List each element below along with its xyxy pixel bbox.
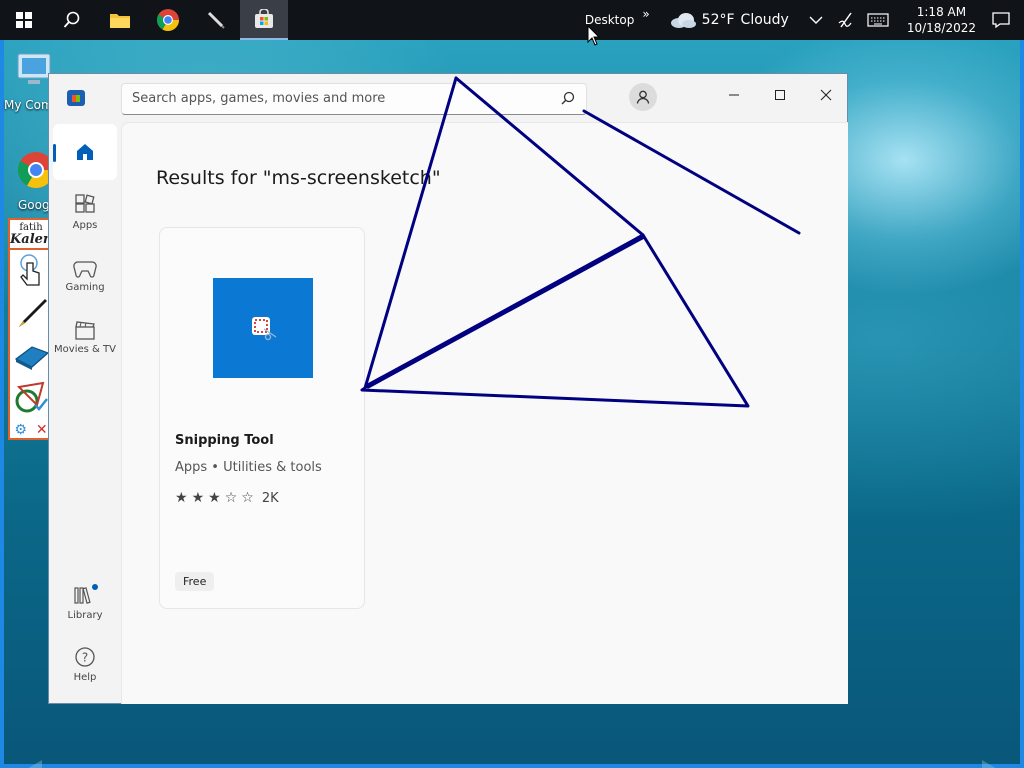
clock-date: 10/18/2022 [906, 21, 976, 35]
results-title: Results for "ms-screensketch" [156, 167, 441, 189]
fatih-kalem-logo-bottom: Kalem [10, 232, 57, 247]
sidebar-item-movies[interactable]: Movies & TV [53, 320, 117, 355]
next-arrow-icon[interactable] [982, 760, 1012, 768]
eraser-icon [14, 346, 50, 370]
sidebar-item-apps[interactable]: Apps [53, 194, 117, 231]
sidebar-item-apps-label: Apps [72, 220, 98, 231]
star-empty-icon: ☆ [224, 490, 238, 506]
store-sidebar: Apps Gaming Movies & TV Library ? Help [49, 122, 121, 704]
rating-stars: ★ ★ ★ ☆ ☆ [175, 490, 258, 506]
weather-description: Cloudy [740, 12, 789, 28]
fountain-pen-icon [19, 299, 47, 327]
search-button[interactable] [48, 0, 96, 40]
snipping-tool-tile [213, 278, 313, 378]
taskbar: Desktop » 52°F Cloudy 1:18 AM 10/18/2022 [0, 0, 1024, 40]
app-card-snipping-tool[interactable]: Snipping Tool Apps • Utilities & tools ★… [159, 227, 365, 609]
weather-temperature: 52°F [701, 12, 735, 28]
weather-widget[interactable]: 52°F Cloudy [670, 12, 789, 28]
store-taskbar-button[interactable] [240, 0, 288, 40]
apps-icon [75, 194, 95, 213]
price-badge: Free [175, 572, 215, 591]
search-icon [63, 11, 80, 28]
chrome-desktop-label: Goog [18, 198, 50, 212]
sidebar-item-gaming[interactable]: Gaming [53, 258, 117, 293]
start-button[interactable] [0, 0, 48, 40]
person-icon [636, 90, 650, 104]
home-icon [77, 144, 93, 160]
store-logo-icon [67, 90, 85, 106]
clock[interactable]: 1:18 AM 10/18/2022 [907, 4, 976, 36]
fk-settings-icon[interactable]: ⚙ [14, 422, 27, 438]
fk-close-icon[interactable]: ✕ [36, 422, 48, 438]
store-search-input[interactable]: Search apps, games, movies and more [121, 83, 587, 115]
sidebar-item-help-label: Help [73, 672, 97, 683]
app-name: Snipping Tool [175, 433, 274, 448]
file-explorer-button[interactable] [96, 0, 144, 40]
chrome-taskbar-button[interactable] [144, 0, 192, 40]
fk-pointer-tool[interactable] [10, 250, 52, 292]
sidebar-item-home[interactable] [53, 124, 117, 180]
close-button[interactable] [803, 80, 849, 110]
snipping-tool-icon [252, 317, 277, 341]
star-empty-icon: ☆ [241, 490, 254, 506]
fk-shapes-tool[interactable] [10, 376, 52, 418]
store-titlebar: Search apps, games, movies and more [49, 74, 847, 122]
sidebar-item-movies-label: Movies & TV [54, 344, 116, 355]
library-icon [74, 584, 98, 604]
notification-icon[interactable] [992, 11, 1010, 29]
fk-pen-tool[interactable] [10, 292, 52, 334]
sidebar-item-gaming-label: Gaming [65, 282, 105, 293]
store-search-placeholder: Search apps, games, movies and more [132, 91, 386, 106]
pen-workspace-icon[interactable] [837, 11, 855, 29]
cloud-icon [670, 13, 696, 28]
rating-count: 2K [261, 490, 279, 506]
maximize-icon [775, 90, 785, 100]
chevron-up-icon[interactable] [809, 15, 823, 25]
close-icon [820, 89, 832, 101]
svg-text:?: ? [82, 651, 88, 665]
hand-pointer-icon [20, 254, 40, 286]
minimize-button[interactable] [711, 80, 757, 110]
sidebar-item-library-label: Library [67, 610, 103, 621]
help-icon: ? [75, 647, 95, 667]
my-computer-label: My Com [4, 98, 53, 112]
minimize-icon [729, 94, 739, 96]
clock-time: 1:18 AM [916, 5, 967, 19]
account-button[interactable] [629, 83, 657, 111]
fatih-kalem-logo: fatih Kalem [10, 220, 57, 250]
sidebar-item-library[interactable]: Library [53, 584, 117, 621]
windows-icon [16, 12, 32, 28]
sidebar-item-help[interactable]: ? Help [53, 646, 117, 683]
shapes-icon [15, 381, 48, 413]
star-filled-icon: ★ [175, 490, 188, 506]
store-window: Search apps, games, movies and more Apps… [48, 73, 848, 704]
mouse-cursor-icon [587, 25, 601, 46]
clapperboard-icon [75, 321, 95, 340]
star-filled-icon: ★ [191, 490, 205, 506]
app-rating: ★ ★ ★ ☆ ☆ 2K [175, 490, 279, 506]
store-search-icon[interactable] [560, 90, 576, 106]
pen-app-button[interactable] [192, 0, 240, 40]
pen-icon [207, 11, 225, 29]
app-category: Apps • Utilities & tools [175, 460, 322, 475]
prev-arrow-icon[interactable] [12, 760, 42, 768]
gamepad-icon [73, 261, 97, 278]
folder-icon [110, 14, 130, 28]
maximize-button[interactable] [757, 80, 803, 110]
store-bag-icon [255, 9, 273, 28]
fk-eraser-tool[interactable] [10, 334, 52, 376]
star-filled-icon: ★ [208, 490, 221, 506]
keyboard-icon[interactable] [867, 13, 889, 27]
chrome-icon [157, 9, 179, 31]
toolbar-overflow-icon[interactable]: » [642, 7, 649, 21]
store-content: Results for "ms-screensketch" Snipping T… [121, 122, 848, 704]
